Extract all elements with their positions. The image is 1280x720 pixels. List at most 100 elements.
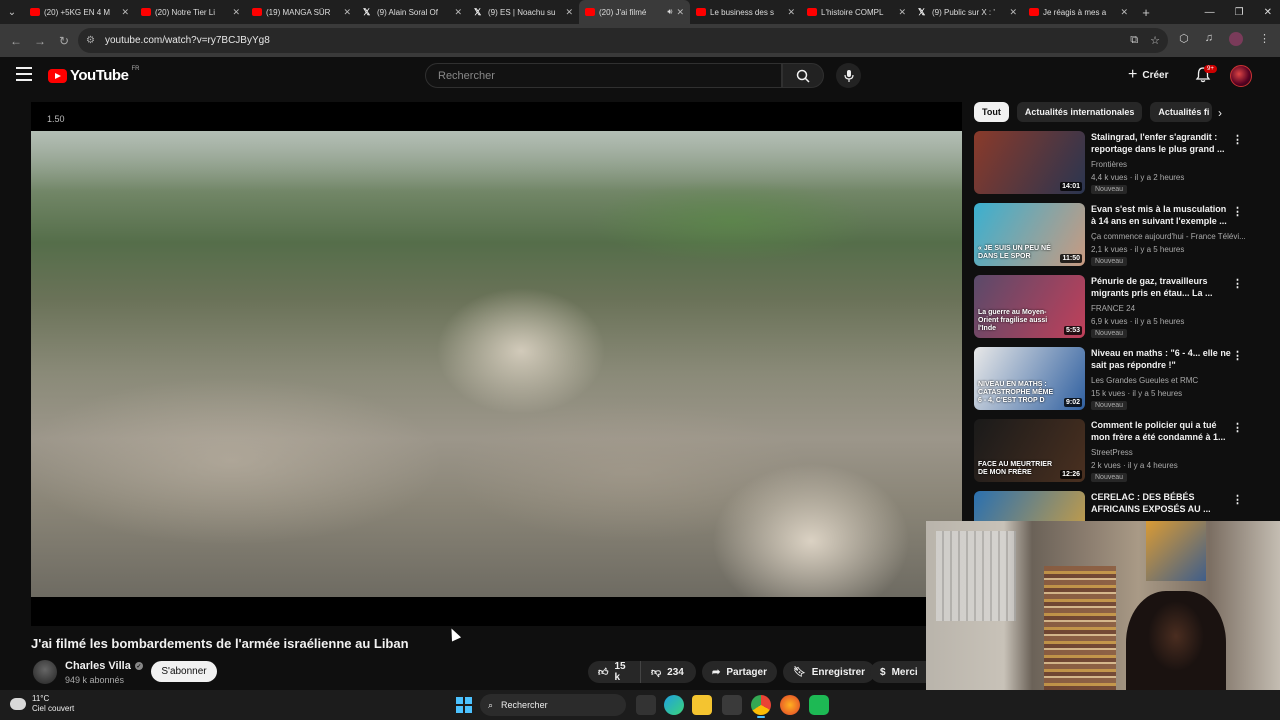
suggestion-item[interactable]: 14:01 Stalingrad, l'enfer s'agrandit : re… [974, 131, 1244, 197]
search-placeholder: Rechercher [438, 69, 495, 82]
filter-chip[interactable]: Actualités fi [1150, 102, 1213, 122]
menu-icon[interactable] [16, 67, 32, 81]
minimize-icon[interactable]: — [1205, 7, 1215, 18]
suggestion-thumbnail[interactable]: 14:01 [974, 131, 1085, 194]
forward-icon[interactable]: → [28, 34, 52, 48]
weather-widget[interactable]: 11°C Ciel couvert [10, 694, 74, 714]
suggestion-thumbnail[interactable]: « JE SUIS UN PEU NÉ DANS LE SPOR 11:50 [974, 203, 1085, 266]
browser-tab[interactable]: Je réagis à mes a ✕ [1023, 0, 1134, 24]
more-options-icon[interactable]: ⋮ [1232, 421, 1243, 434]
share-icon: ➦ [712, 666, 721, 678]
url-bar[interactable]: ⚙ youtube.com/watch?v=ry7BCJByYg8 ⧉ ☆ [78, 28, 1168, 53]
more-options-icon[interactable]: ⋮ [1232, 205, 1243, 218]
more-options-icon[interactable]: ⋮ [1232, 133, 1243, 146]
address-bar-row: ← → ↻ ⚙ youtube.com/watch?v=ry7BCJByYg8 … [0, 24, 1280, 57]
video-player[interactable]: 1.50 [31, 102, 962, 626]
audio-playing-icon[interactable]: 🔊︎ [667, 7, 672, 17]
chevron-right-icon[interactable]: › [1218, 106, 1222, 120]
more-options-icon[interactable]: ⋮ [1232, 349, 1243, 362]
chrome-menu-icon[interactable]: ⋮ [1259, 32, 1270, 46]
close-tab-icon[interactable]: ✕ [1120, 7, 1128, 18]
browser-tab[interactable]: 𝕏 (9) Alain Soral Of ✕ [357, 0, 468, 24]
close-tab-icon[interactable]: ✕ [898, 7, 906, 18]
webcam-window-blind [936, 531, 1016, 621]
new-tab-button[interactable]: + [1134, 5, 1158, 20]
youtube-favicon-icon [1029, 8, 1039, 16]
profile-avatar[interactable] [1229, 32, 1243, 46]
app-icon[interactable] [809, 695, 829, 715]
taskbar-search[interactable]: ⌕ Rechercher [480, 694, 626, 716]
task-view-icon[interactable] [636, 695, 656, 715]
more-options-icon[interactable]: ⋮ [1232, 277, 1243, 290]
thumbnail-text: La guerre au Moyen-Orient fragilise auss… [978, 309, 1048, 332]
firefox-icon[interactable] [780, 695, 800, 715]
channel-name-row[interactable]: Charles Villa ✓ [65, 660, 143, 672]
browser-tab[interactable]: (20) +5KG EN 4 M ✕ [24, 0, 135, 24]
tab-search-icon[interactable]: ⌄ [0, 0, 24, 24]
like-button[interactable]: 👍︎ 15 k [588, 661, 640, 683]
close-tab-icon[interactable]: ✕ [454, 7, 462, 18]
browser-tab[interactable]: (19) MANGA SÛR ✕ [246, 0, 357, 24]
extensions-icon[interactable]: ⬡ [1179, 32, 1189, 46]
windows-start-icon[interactable] [456, 697, 472, 713]
close-tab-icon[interactable]: ✕ [232, 7, 240, 18]
close-tab-icon[interactable]: ✕ [1009, 7, 1017, 18]
video-frame[interactable] [31, 131, 962, 597]
filter-chip[interactable]: Tout [974, 102, 1009, 122]
edge-icon[interactable] [664, 695, 684, 715]
chrome-icon[interactable] [751, 695, 771, 718]
dislike-button[interactable]: 👎︎ 234 [640, 661, 696, 683]
filter-chip[interactable]: Actualités internationales [1016, 102, 1143, 122]
close-tab-icon[interactable]: ✕ [565, 7, 573, 18]
share-label: Partager [726, 666, 767, 678]
channel-avatar[interactable] [33, 660, 57, 684]
bookmark-star-icon[interactable]: ☆ [1150, 34, 1160, 47]
file-explorer-icon[interactable] [692, 695, 712, 715]
account-avatar[interactable] [1230, 65, 1252, 87]
browser-tab[interactable]: (20) Notre Tier Li ✕ [135, 0, 246, 24]
save-button[interactable]: 🔖︎ Enregistrer [783, 661, 876, 683]
tab-label: (9) ES | Noachu su [488, 7, 556, 17]
thanks-button[interactable]: $ Merci [870, 661, 926, 683]
media-icon[interactable]: ♫ [1205, 32, 1213, 46]
video-duration: 14:01 [1060, 182, 1082, 191]
reload-icon[interactable]: ↻ [52, 34, 76, 48]
browser-tab[interactable]: (20) J'ai filmé 🔊︎ ✕ [579, 0, 690, 24]
voice-search-button[interactable] [836, 63, 861, 88]
browser-tab[interactable]: 𝕏 (9) ES | Noachu su ✕ [468, 0, 579, 24]
close-tab-icon[interactable]: ✕ [787, 7, 795, 18]
subscribe-button[interactable]: S'abonner [151, 661, 217, 682]
search-button[interactable] [782, 63, 824, 88]
browser-tab[interactable]: L'histoire COMPL ✕ [801, 0, 912, 24]
share-button[interactable]: ➦ Partager [702, 661, 777, 683]
thumbs-up-icon: 👍︎ [598, 667, 609, 678]
suggestion-item[interactable]: « JE SUIS UN PEU NÉ DANS LE SPOR 11:50 Eva… [974, 203, 1246, 269]
install-icon[interactable]: ⧉ [1130, 34, 1138, 47]
youtube-logo[interactable]: YouTube FR [48, 66, 139, 84]
close-tab-icon[interactable]: ✕ [343, 7, 351, 18]
store-icon[interactable] [722, 695, 742, 715]
browser-tab[interactable]: Le business des s ✕ [690, 0, 801, 24]
suggestion-thumbnail[interactable]: FACE AU MEURTRIER DE MON FRÈRE 12:26 [974, 419, 1085, 482]
search-input[interactable]: Rechercher [425, 63, 782, 88]
browser-tab[interactable]: 𝕏 (9) Public sur X : ' ✕ [912, 0, 1023, 24]
more-options-icon[interactable]: ⋮ [1232, 493, 1243, 506]
thumbnail-text: « JE SUIS UN PEU NÉ DANS LE SPOR [978, 245, 1051, 260]
close-tab-icon[interactable]: ✕ [121, 7, 129, 18]
suggestion-item[interactable]: La guerre au Moyen-Orient fragilise auss… [974, 275, 1244, 341]
suggestion-channel: FRANCE 24 [1091, 304, 1136, 313]
suggestion-thumbnail[interactable]: La guerre au Moyen-Orient fragilise auss… [974, 275, 1085, 338]
back-icon[interactable]: ← [4, 34, 28, 48]
suggestion-item[interactable]: FACE AU MEURTRIER DE MON FRÈRE 12:26 Comme… [974, 419, 1244, 485]
suggestion-thumbnail[interactable]: NIVEAU EN MATHS : CATASTROPHE MÊME 6 - 4… [974, 347, 1085, 410]
suggestion-item[interactable]: NIVEAU EN MATHS : CATASTROPHE MÊME 6 - 4… [974, 347, 1244, 413]
close-window-icon[interactable]: ✕ [1264, 7, 1272, 18]
bookmark-icon: 🔖︎ [793, 666, 806, 678]
temperature: 11°C [32, 694, 50, 703]
restore-icon[interactable]: ❐ [1235, 7, 1244, 18]
create-button[interactable]: + Créer [1128, 64, 1168, 86]
video-duration: 11:50 [1060, 254, 1082, 263]
close-tab-icon[interactable]: ✕ [676, 7, 684, 18]
browser-tab-strip: ⌄ (20) +5KG EN 4 M ✕ (20) Notre Tier Li ✕ (1… [0, 0, 1280, 24]
site-info-icon[interactable]: ⚙ [86, 35, 95, 46]
